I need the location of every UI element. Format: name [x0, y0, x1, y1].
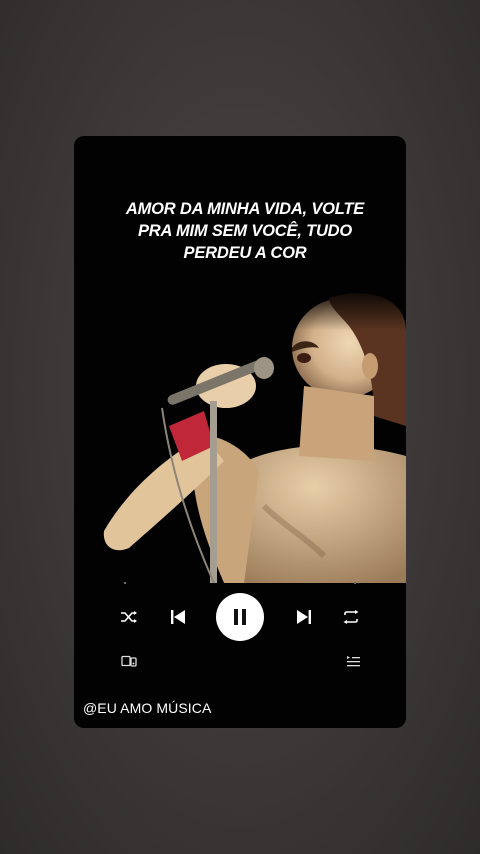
repeat-icon: [343, 610, 359, 624]
repeat-button[interactable]: [340, 594, 362, 640]
page-background: { "lyrics": { "line1": "AMOR DA MINHA VI…: [0, 0, 480, 854]
lyrics-text: AMOR DA MINHA VIDA, VOLTE PRA MIM SEM VO…: [94, 198, 396, 264]
connect-device-icon: [121, 655, 137, 667]
singer-photo: [74, 286, 406, 583]
progress-bar[interactable]: [124, 582, 356, 584]
lyrics-line: AMOR DA MINHA VIDA, VOLTE: [125, 200, 365, 218]
queue-icon: [347, 656, 360, 667]
queue-button[interactable]: [344, 652, 362, 670]
progress-start-dot: [124, 582, 126, 584]
watermark-handle: @EU AMO MÚSICA: [83, 700, 212, 716]
progress-end-dot: [354, 582, 356, 584]
skip-previous-icon: [171, 610, 185, 624]
player-card: AMOR DA MINHA VIDA, VOLTE PRA MIM SEM VO…: [74, 136, 406, 728]
shuffle-icon: [121, 611, 137, 623]
pause-icon: [234, 609, 246, 625]
next-button[interactable]: [293, 594, 315, 640]
connect-device-button[interactable]: [120, 652, 138, 670]
lyrics-line: PRA MIM SEM VOCÊ, TUDO: [137, 222, 353, 240]
lyrics-line: PERDEU A COR: [183, 244, 307, 262]
skip-next-icon: [297, 610, 311, 624]
playback-controls: [74, 593, 406, 641]
shuffle-button[interactable]: [118, 594, 140, 640]
pause-button[interactable]: [216, 593, 264, 641]
previous-button[interactable]: [167, 594, 189, 640]
